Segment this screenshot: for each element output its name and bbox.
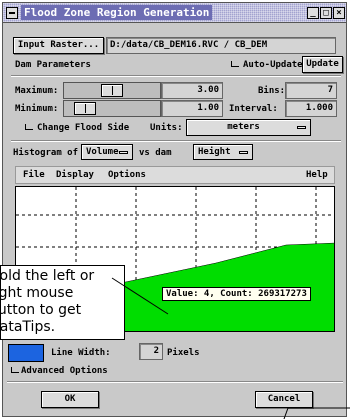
histogram-vs-value: Height (198, 147, 231, 157)
dropdown-indicator-icon (297, 126, 306, 129)
maximum-slider-thumb[interactable] (101, 84, 123, 97)
maximize-button[interactable]: □ (320, 7, 332, 19)
line-width-field[interactable]: 2 (139, 343, 163, 360)
histogram-vs-label: vs dam (139, 148, 172, 158)
line-width-label: Line Width: (51, 348, 111, 358)
callout-line-1: Hold the left or (0, 268, 95, 284)
change-flood-side-checkbox[interactable] (25, 124, 33, 130)
system-menu-icon[interactable] (6, 7, 18, 19)
histogram-menu-bar: File Display Options Help (15, 166, 335, 184)
histogram-of-label: Histogram of (13, 148, 79, 158)
bins-field[interactable]: 7 (285, 82, 337, 99)
maximum-label: Maximum: (15, 86, 59, 96)
line-color-swatch[interactable] (8, 344, 44, 362)
interval-field[interactable]: 1.000 (285, 100, 337, 117)
minimize-button[interactable]: _ (307, 7, 319, 19)
menu-help[interactable]: Help (306, 170, 328, 180)
window-title: Flood Zone Region Generation (21, 5, 213, 20)
close-button[interactable]: × (333, 7, 345, 19)
menu-display[interactable]: Display (56, 170, 94, 180)
units-dropdown-value: meters (227, 122, 260, 132)
input-raster-button[interactable]: Input Raster... (13, 37, 104, 54)
datatips-callout: Hold the left or right mouse button to g… (0, 265, 125, 340)
dropdown-indicator-icon (119, 151, 128, 154)
change-flood-side-label: Change Flood Side (37, 123, 130, 133)
divider (11, 75, 341, 77)
auto-update-label: Auto-Update (243, 60, 303, 70)
update-button[interactable]: Update (302, 56, 343, 73)
flood-zone-window: Flood Zone Region Generation _ □ × Input… (2, 2, 347, 417)
menu-options[interactable]: Options (108, 170, 146, 180)
divider (7, 381, 343, 383)
minimum-slider[interactable] (63, 100, 161, 117)
advanced-options-label: Advanced Options (21, 366, 108, 376)
maximum-slider[interactable] (63, 82, 161, 99)
datatip: Value: 4, Count: 269317273 (162, 287, 311, 301)
input-raster-path-field: D:/data/CB_DEM16.RVC / CB_DEM (106, 37, 336, 54)
bins-label: Bins: (258, 86, 286, 96)
menu-file[interactable]: File (23, 170, 45, 180)
callout-line-4: DataTips. (0, 319, 56, 335)
histogram-of-dropdown[interactable]: Volume (81, 144, 133, 160)
title-bar[interactable]: Flood Zone Region Generation _ □ × (3, 3, 346, 23)
minimum-slider-thumb[interactable] (73, 102, 96, 115)
histogram-vs-dropdown[interactable]: Height (193, 144, 253, 160)
maximum-value-field[interactable]: 3.00 (161, 82, 223, 99)
line-width-units: Pixels (167, 348, 200, 358)
cancel-button[interactable]: Cancel (255, 391, 313, 408)
auto-update-checkbox[interactable] (231, 61, 239, 67)
units-label: Units: (150, 123, 183, 133)
histogram-of-value: Volume (86, 147, 119, 157)
ok-button[interactable]: OK (41, 391, 99, 408)
divider (11, 140, 341, 142)
dam-parameters-heading: Dam Parameters (15, 60, 91, 70)
minimum-label: Minimum: (15, 104, 59, 114)
callout-line-3: button to get (1, 302, 82, 318)
units-dropdown[interactable]: meters (186, 119, 311, 136)
advanced-options-checkbox[interactable] (11, 367, 19, 373)
callout-line-2: right mouse (0, 285, 74, 301)
minimum-value-field[interactable]: 1.00 (161, 100, 223, 117)
dropdown-indicator-icon (239, 151, 248, 154)
interval-label: Interval: (229, 104, 278, 114)
